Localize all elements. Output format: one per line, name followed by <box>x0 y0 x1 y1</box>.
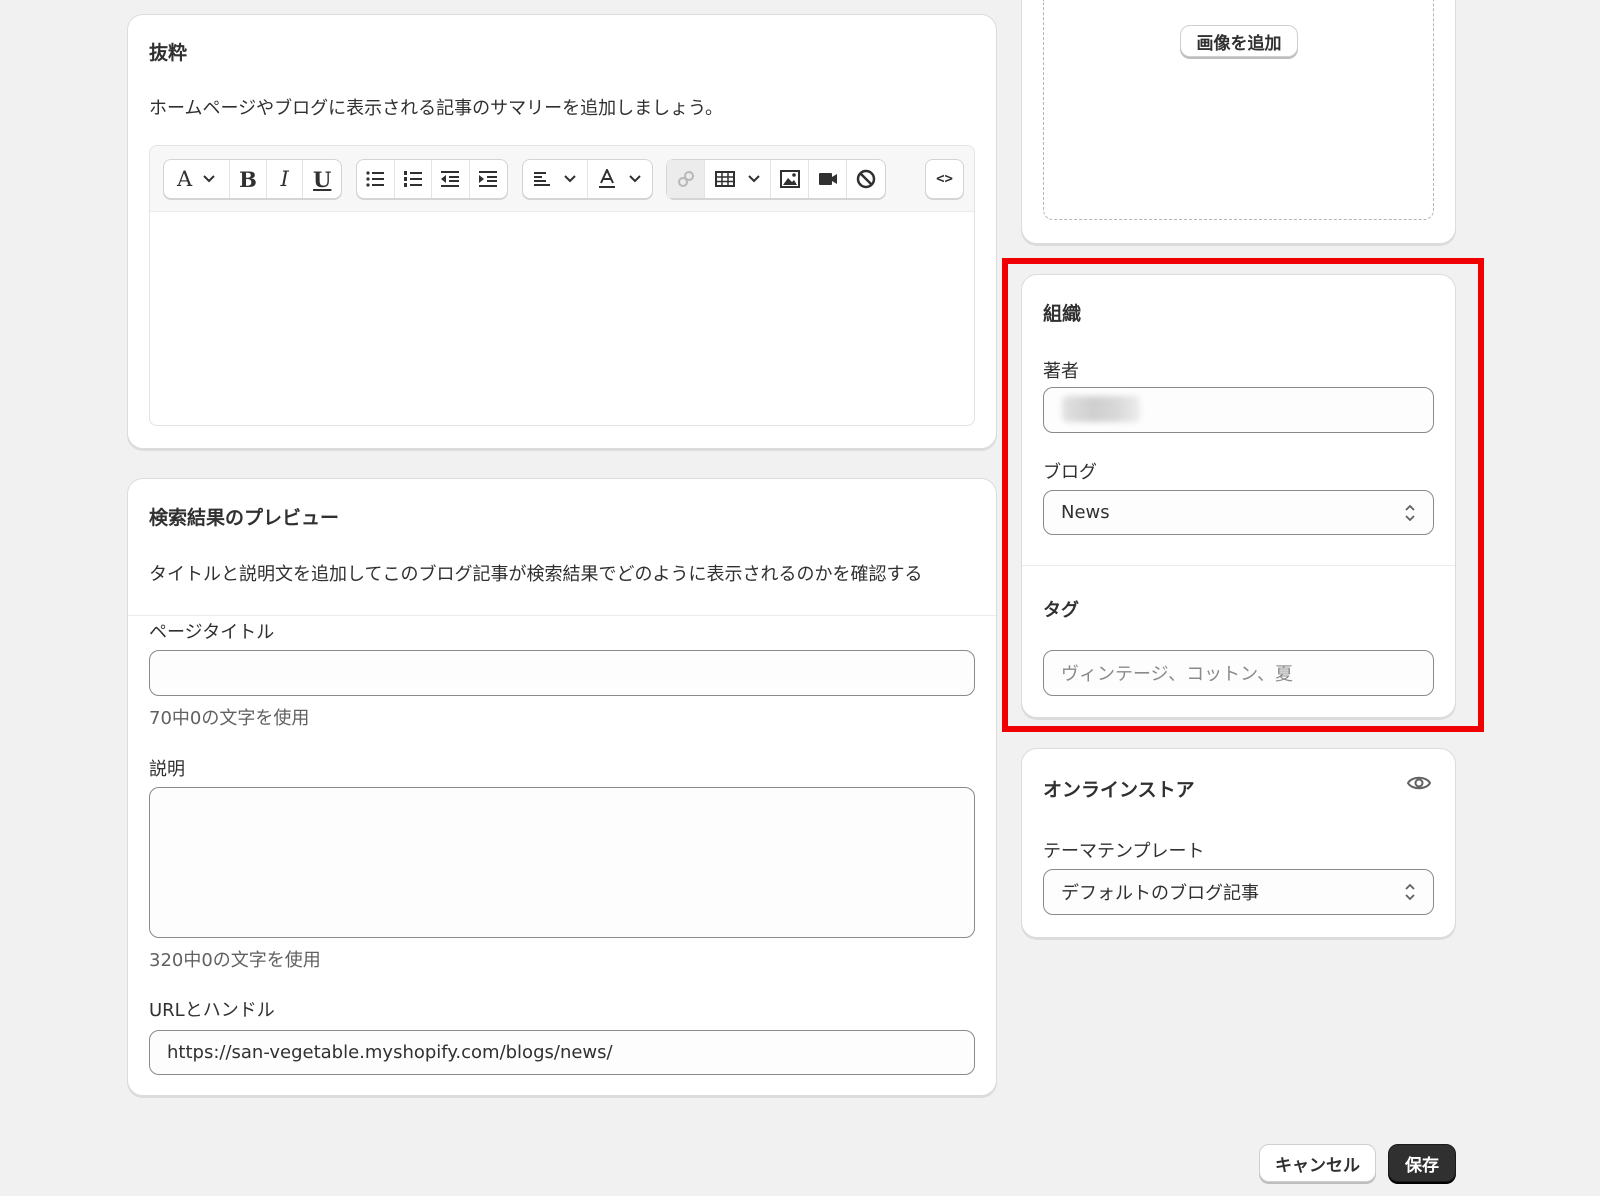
chevron-down-icon <box>629 175 641 183</box>
seo-preview-title: 検索結果のプレビュー <box>149 507 340 529</box>
bullet-list-button[interactable] <box>357 160 395 198</box>
page-title-label: ページタイトル <box>149 622 275 643</box>
indent-icon <box>479 171 498 187</box>
table-icon <box>714 171 735 187</box>
insert-group <box>666 159 886 199</box>
bold-button[interactable]: B <box>230 160 267 198</box>
highlight-box <box>1002 258 1484 732</box>
theme-template-label: テーマテンプレート <box>1043 841 1205 862</box>
select-chevron-icon <box>1405 883 1415 901</box>
underline-label: U <box>313 166 332 192</box>
editor-toolbar: A B I U <> <box>150 146 974 212</box>
excerpt-editor[interactable]: A B I U <> <box>149 145 975 426</box>
bullet-list-icon <box>366 171 385 187</box>
code-group: <> <box>925 159 964 199</box>
text-color-icon <box>599 169 615 188</box>
text-color-dropdown[interactable] <box>588 160 652 198</box>
numbered-list-button[interactable] <box>395 160 432 198</box>
cancel-button[interactable]: キャンセル <box>1259 1144 1376 1182</box>
underline-button[interactable]: U <box>303 160 341 198</box>
seo-divider <box>128 615 996 616</box>
table-dropdown[interactable] <box>705 160 771 198</box>
list-group <box>356 159 508 199</box>
font-style-dropdown[interactable]: A <box>164 160 231 198</box>
image-icon <box>779 170 800 188</box>
clear-formatting-button[interactable] <box>847 160 885 198</box>
url-handle-label: URLとハンドル <box>149 1000 275 1021</box>
chevron-down-icon <box>747 175 760 183</box>
video-button[interactable] <box>809 160 847 198</box>
meta-description-label: 説明 <box>149 759 185 780</box>
theme-template-value: デフォルトのブログ記事 <box>1061 883 1259 904</box>
seo-preview-description: タイトルと説明文を追加してこのブログ記事が検索結果でどのように表示されるのかを確… <box>149 564 923 585</box>
align-left-icon <box>534 172 550 186</box>
align-dropdown[interactable] <box>523 160 588 198</box>
video-icon <box>818 173 837 185</box>
page-title-char-count: 70中0の文字を使用 <box>149 708 310 729</box>
bold-label: B <box>239 166 257 192</box>
add-image-button[interactable]: 画像を追加 <box>1180 25 1298 57</box>
url-handle-input[interactable]: https://san-vegetable.myshopify.com/blog… <box>149 1030 975 1075</box>
chevron-down-icon <box>203 175 215 183</box>
save-button[interactable]: 保存 <box>1388 1144 1456 1182</box>
text-format-group: A B I U <box>163 159 342 199</box>
excerpt-description: ホームページやブログに表示される記事のサマリーを追加しましょう。 <box>149 98 724 119</box>
outdent-icon <box>441 171 460 187</box>
page-title-input[interactable] <box>149 650 975 696</box>
numbered-list-icon <box>403 171 422 187</box>
eye-icon[interactable] <box>1407 774 1431 792</box>
show-html-button[interactable]: <> <box>926 160 963 198</box>
code-label: <> <box>936 171 953 187</box>
indent-button[interactable] <box>470 160 507 198</box>
link-icon <box>677 171 694 187</box>
chevron-down-icon <box>564 175 576 183</box>
image-button[interactable] <box>771 160 809 198</box>
align-color-group <box>522 159 653 199</box>
meta-description-textarea[interactable] <box>149 787 975 938</box>
meta-description-char-count: 320中0の文字を使用 <box>149 950 321 971</box>
block-icon <box>856 169 876 189</box>
theme-template-select[interactable]: デフォルトのブログ記事 <box>1043 869 1434 915</box>
link-button[interactable] <box>667 160 705 198</box>
outdent-button[interactable] <box>432 160 470 198</box>
font-style-label: A <box>177 167 193 191</box>
italic-button[interactable]: I <box>267 160 304 198</box>
online-store-title: オンラインストア <box>1043 779 1195 801</box>
italic-label: I <box>280 167 289 191</box>
excerpt-title: 抜粋 <box>149 42 188 64</box>
